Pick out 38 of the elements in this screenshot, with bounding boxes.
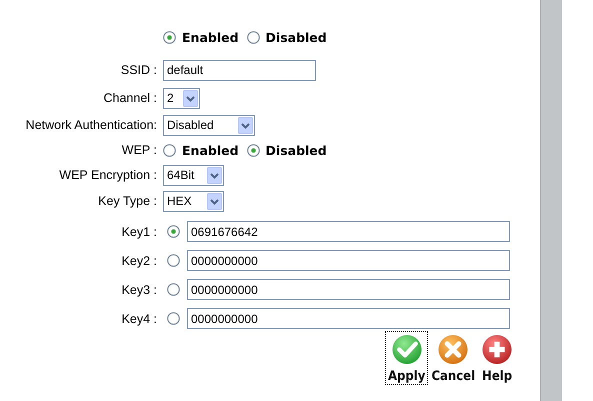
field-label: Key1 :: [120, 224, 158, 238]
field-label: WEP :: [120, 143, 158, 157]
text-field[interactable]: default: [163, 60, 316, 80]
field-label: Key2 :: [120, 254, 158, 268]
radio-button[interactable]: [167, 312, 180, 325]
radio-button[interactable]: [246, 144, 260, 156]
cancel-button[interactable]: Cancel: [428, 331, 478, 385]
field-label: Key4 :: [120, 312, 158, 326]
field-label: Channel :: [102, 91, 158, 105]
field-label: WEP Encryption :: [58, 168, 158, 182]
field-label: Network Authentication:: [24, 118, 158, 132]
dropdown[interactable]: Disabled: [163, 114, 255, 136]
radio-label: Enabled: [182, 30, 239, 44]
key-field[interactable]: 0000000000: [187, 279, 510, 300]
radio-label: Disabled: [266, 30, 327, 44]
field-label: SSID :: [120, 63, 158, 77]
field-label: Key3 :: [120, 282, 158, 296]
dropdown[interactable]: 64Bit: [163, 164, 224, 186]
plus-icon: [481, 334, 514, 365]
dropdown[interactable]: 2: [163, 88, 200, 108]
key-field[interactable]: 0000000000: [187, 308, 510, 329]
close-icon: [437, 334, 470, 365]
radio-button[interactable]: [167, 225, 180, 238]
dropdown[interactable]: HEX: [163, 190, 224, 212]
check-icon: [390, 334, 423, 365]
radio-button[interactable]: [163, 30, 176, 44]
radio-label: Enabled: [182, 142, 239, 158]
apply-button[interactable]: Apply: [385, 331, 428, 385]
scrollbar[interactable]: [540, 0, 562, 401]
radio-button[interactable]: [167, 254, 180, 267]
key-field[interactable]: 0691676642: [187, 221, 510, 242]
key-field[interactable]: 0000000000: [187, 250, 510, 271]
field-label: Key Type :: [97, 194, 158, 208]
help-button[interactable]: Help: [478, 331, 516, 385]
radio-button[interactable]: [163, 144, 176, 156]
radio-button[interactable]: [167, 283, 180, 296]
radio-label: Disabled: [266, 142, 327, 158]
radio-button[interactable]: [246, 30, 260, 44]
